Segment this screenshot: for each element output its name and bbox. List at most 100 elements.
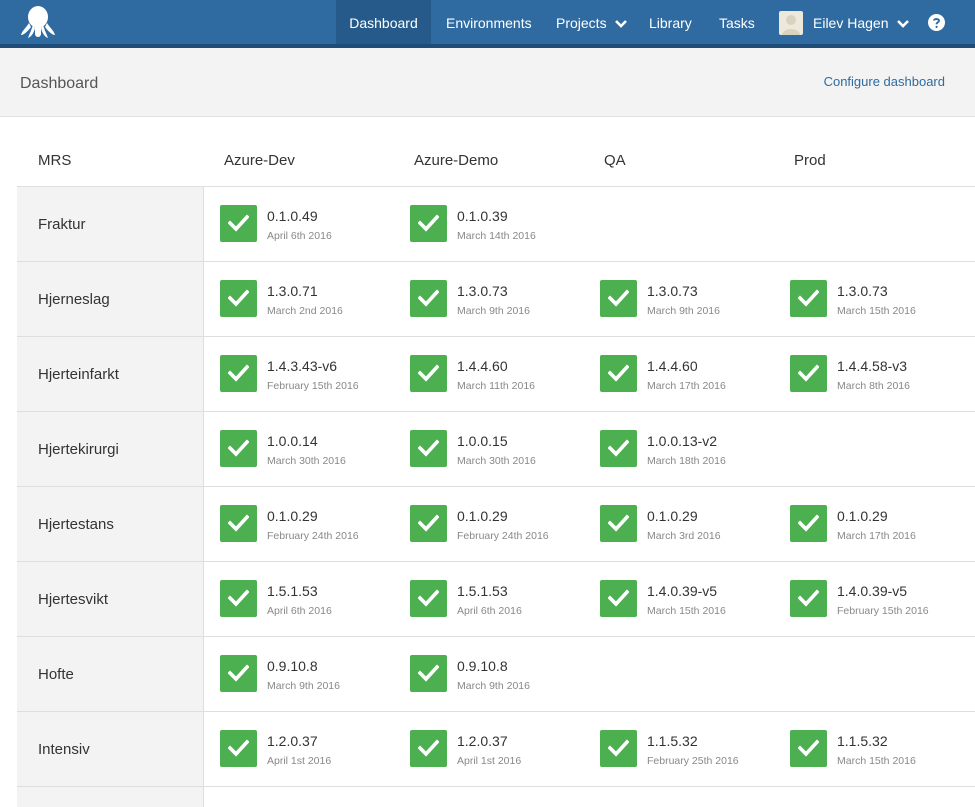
deployment-cell[interactable]: 1.4.0.39-v5 February 15th 2016: [790, 580, 975, 620]
user-menu[interactable]: Eilev Hagen: [813, 0, 910, 44]
table-row: Hofte 0.9.10.8 March 9th 2016 0.9.10.8 March…: [17, 637, 975, 712]
deployment-date: March 9th 2016: [647, 305, 720, 317]
deployment-cell[interactable]: 0.1.0.29 March 17th 2016: [790, 505, 975, 545]
row-label-cell: Hofte: [17, 637, 204, 711]
deployment-cell[interactable]: 0.1.0.29 February 24th 2016: [220, 505, 405, 545]
release-version: 1.5.1.53: [267, 583, 318, 599]
release-version: 1.0.0.15: [457, 433, 508, 449]
deployment-cell[interactable]: 1.3.0.71 March 2nd 2016: [220, 280, 405, 320]
project-name[interactable]: Hjerteinfarkt: [38, 366, 119, 383]
deployment-cell[interactable]: 1.0.0.15 March 30th 2016: [410, 430, 595, 470]
release-version: 1.0.0.13-v2: [647, 433, 718, 449]
check-icon: [790, 280, 827, 317]
release-version: 1.0.0.14: [267, 433, 318, 449]
check-icon: [410, 280, 447, 317]
nav-environments[interactable]: Environments: [446, 0, 532, 44]
deployment-date: March 3rd 2016: [647, 530, 721, 542]
release-version: 1.1.5.32: [647, 733, 698, 749]
check-icon: [410, 580, 447, 617]
release-version: 1.4.0.39-v5: [837, 583, 908, 599]
deployment-cell[interactable]: 1.1.5.32 March 15th 2016: [790, 730, 975, 770]
deployment-date: February 25th 2016: [647, 755, 739, 767]
page-title: Dashboard: [20, 75, 99, 92]
table-row: Fraktur 0.1.0.49 April 6th 2016 0.1.0.39 Mar…: [17, 187, 975, 262]
release-version: 1.4.3.43-v6: [267, 358, 338, 374]
deployment-cell[interactable]: 0.9.10.8 March 9th 2016: [220, 655, 405, 695]
check-icon: [220, 730, 257, 767]
row-label-cell: [17, 787, 204, 807]
deployment-cell[interactable]: 1.2.0.37 April 1st 2016: [410, 730, 595, 770]
check-icon: [220, 280, 257, 317]
row-label-cell: Hjertesvikt: [17, 562, 204, 636]
project-name[interactable]: Hofte: [38, 666, 74, 683]
nav-tasks-label: Tasks: [719, 15, 755, 31]
deployment-cell[interactable]: 0.9.10.8 March 9th 2016: [410, 655, 595, 695]
octopus-logo[interactable]: [20, 5, 56, 39]
deployment-date: February 15th 2016: [837, 605, 929, 617]
nav-projects[interactable]: Projects: [556, 0, 628, 44]
env-header-qa: QA: [604, 152, 626, 169]
check-icon: [410, 730, 447, 767]
deployment-cell[interactable]: 1.4.0.39-v5 March 15th 2016: [600, 580, 785, 620]
deployment-cell[interactable]: 0.1.0.49 April 6th 2016: [220, 205, 405, 245]
deployment-cell[interactable]: 1.1.5.32 February 25th 2016: [600, 730, 785, 770]
deployment-cell[interactable]: 1.0.0.14 March 30th 2016: [220, 430, 405, 470]
table-row: Hjertekirurgi 1.0.0.14 March 30th 2016 1.0.…: [17, 412, 975, 487]
deployment-cell[interactable]: 1.5.1.53 April 6th 2016: [220, 580, 405, 620]
deployment-date: March 15th 2016: [647, 605, 726, 617]
check-icon: [220, 430, 257, 467]
release-version: 0.1.0.29: [837, 508, 888, 524]
project-name[interactable]: Hjertestans: [38, 516, 114, 533]
nav-library-label: Library: [649, 15, 692, 31]
project-group-header: MRS: [38, 152, 72, 169]
project-name[interactable]: Fraktur: [38, 216, 86, 233]
deployment-cell[interactable]: 0.1.0.29 February 24th 2016: [410, 505, 595, 545]
project-name[interactable]: Intensiv: [38, 741, 90, 758]
check-icon: [790, 730, 827, 767]
release-version: 1.4.0.39-v5: [647, 583, 718, 599]
deployment-date: April 1st 2016: [457, 755, 522, 767]
release-version: 1.2.0.37: [267, 733, 318, 749]
deployment-date: March 17th 2016: [647, 380, 726, 392]
deployment-cell[interactable]: 1.5.1.53 April 6th 2016: [410, 580, 595, 620]
release-version: 1.3.0.73: [837, 283, 888, 299]
project-name[interactable]: Hjerneslag: [38, 291, 110, 308]
check-icon: [600, 355, 637, 392]
check-icon: [790, 505, 827, 542]
nav-tasks[interactable]: Tasks: [719, 0, 755, 44]
user-name: Eilev Hagen: [813, 15, 889, 31]
check-icon: [220, 505, 257, 542]
deployment-date: February 24th 2016: [457, 530, 549, 542]
avatar[interactable]: [779, 11, 803, 35]
row-label-cell: Hjertekirurgi: [17, 412, 204, 486]
deployment-cell[interactable]: 1.4.4.58-v3 March 8th 2016: [790, 355, 975, 395]
check-icon: [410, 355, 447, 392]
question-circle-icon[interactable]: [928, 14, 945, 31]
deployment-cell[interactable]: 1.4.4.60 March 11th 2016: [410, 355, 595, 395]
check-icon: [790, 580, 827, 617]
deployment-date: April 6th 2016: [267, 605, 332, 617]
project-name[interactable]: Hjertekirurgi: [38, 441, 119, 458]
deployment-cell[interactable]: 1.4.3.43-v6 February 15th 2016: [220, 355, 405, 395]
project-name[interactable]: Hjertesvikt: [38, 591, 108, 608]
deployment-date: April 1st 2016: [267, 755, 332, 767]
check-icon: [600, 280, 637, 317]
deployment-cell[interactable]: 1.0.0.13-v2 March 18th 2016: [600, 430, 785, 470]
table-row: Hjertestans 0.1.0.29 February 24th 2016 0.1…: [17, 487, 975, 562]
nav-library[interactable]: Library: [649, 0, 692, 44]
check-icon: [600, 505, 637, 542]
deployment-cell[interactable]: 0.1.0.29 March 3rd 2016: [600, 505, 785, 545]
deployment-cell[interactable]: 0.1.0.39 March 14th 2016: [410, 205, 595, 245]
deployment-cell[interactable]: 1.3.0.73 March 9th 2016: [600, 280, 785, 320]
table-row: Intensiv 1.2.0.37 April 1st 2016 1.2.0.37 Ap…: [17, 712, 975, 787]
chevron-down-icon: [897, 20, 910, 29]
deployment-cell[interactable]: 1.3.0.73 March 9th 2016: [410, 280, 595, 320]
deployment-cell[interactable]: 1.3.0.73 March 15th 2016: [790, 280, 975, 320]
release-version: 0.9.10.8: [267, 658, 318, 674]
nav-dashboard[interactable]: Dashboard: [336, 0, 431, 44]
deployment-date: March 9th 2016: [457, 680, 530, 692]
deployment-cell[interactable]: 1.2.0.37 April 1st 2016: [220, 730, 405, 770]
deployment-cell[interactable]: 1.4.4.60 March 17th 2016: [600, 355, 785, 395]
deployment-date: April 6th 2016: [457, 605, 522, 617]
configure-dashboard-link[interactable]: Configure dashboard: [824, 74, 945, 89]
